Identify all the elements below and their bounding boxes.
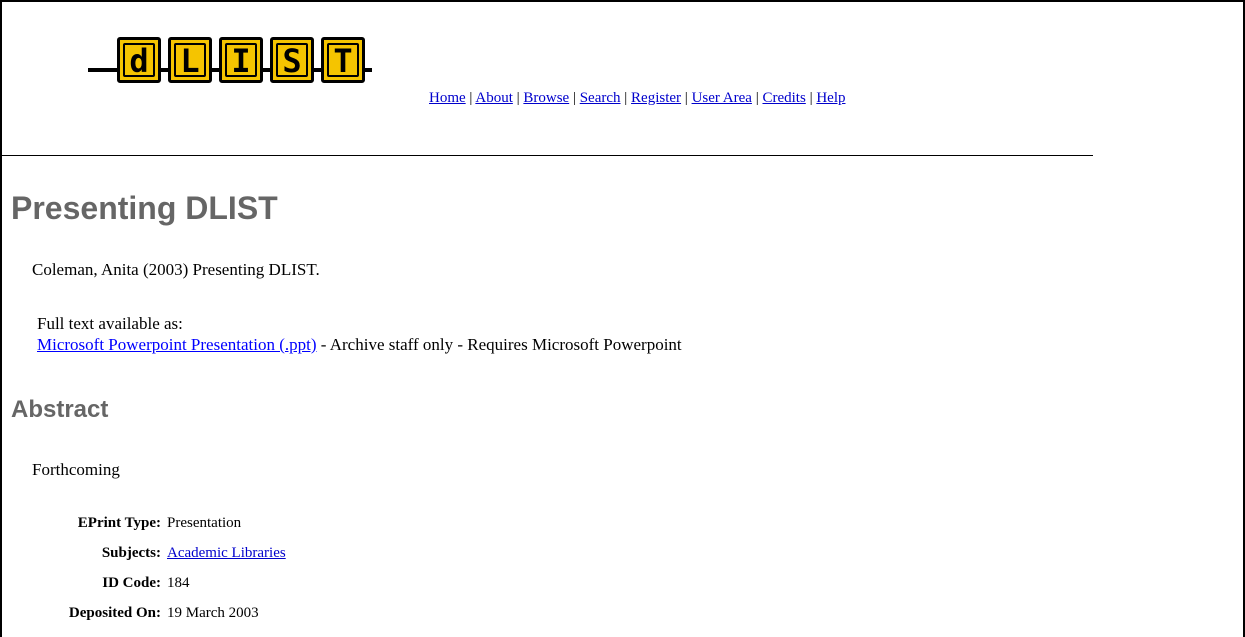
abstract-heading: Abstract bbox=[11, 396, 109, 423]
nav-help-link[interactable]: Help bbox=[816, 90, 845, 106]
subject-link-academic-libraries[interactable]: Academic Libraries bbox=[167, 545, 286, 561]
table-row: EPrint Type: Presentation bbox=[8, 508, 289, 538]
nav-separator: | bbox=[620, 90, 632, 106]
nav-user-area-link[interactable]: User Area bbox=[692, 90, 752, 106]
id-code-label: ID Code: bbox=[102, 574, 161, 591]
nav-browse-link[interactable]: Browse bbox=[523, 90, 569, 106]
nav-search-link[interactable]: Search bbox=[580, 90, 621, 106]
nav-separator: | bbox=[569, 90, 580, 106]
nav-register-link[interactable]: Register bbox=[631, 90, 681, 106]
table-row: Subjects: Academic Libraries bbox=[8, 538, 289, 568]
deposited-on-label: Deposited On: bbox=[68, 604, 161, 621]
subjects-value: Academic Libraries bbox=[164, 538, 289, 568]
nav-separator: | bbox=[805, 90, 817, 106]
logo-tile-d: d bbox=[117, 37, 161, 83]
nav-about-link[interactable]: About bbox=[475, 90, 513, 106]
nav-separator: | bbox=[751, 90, 763, 106]
full-text-section: Full text available as: Microsoft Powerp… bbox=[37, 313, 682, 355]
header-divider bbox=[2, 155, 1093, 156]
ppt-file-link[interactable]: Microsoft Powerpoint Presentation (.ppt) bbox=[37, 335, 317, 354]
nav-separator: | bbox=[681, 90, 692, 106]
nav-home-link[interactable]: Home bbox=[429, 90, 466, 106]
file-access-note: - Archive staff only - Requires Microsof… bbox=[316, 335, 682, 354]
nav-credits-link[interactable]: Credits bbox=[762, 90, 805, 106]
full-text-line: Microsoft Powerpoint Presentation (.ppt)… bbox=[37, 334, 682, 355]
full-text-label: Full text available as: bbox=[37, 314, 183, 333]
page-title: Presenting DLIST bbox=[11, 190, 278, 226]
id-code-value: 184 bbox=[167, 574, 190, 591]
eprint-type-value: Presentation bbox=[167, 514, 242, 531]
citation: Coleman, Anita (2003) Presenting DLIST. bbox=[32, 260, 320, 279]
nav-separator: | bbox=[512, 90, 524, 106]
logo-tile-t: T bbox=[321, 37, 365, 83]
subjects-label: Subjects: bbox=[101, 544, 161, 561]
abstract-text: Forthcoming bbox=[32, 460, 120, 479]
logo-tile-l: L bbox=[168, 37, 212, 83]
deposited-on-value: 19 March 2003 bbox=[167, 604, 259, 621]
eprint-type-label: EPrint Type: bbox=[77, 514, 161, 531]
top-nav: Home | About | Browse | Search | Registe… bbox=[429, 90, 846, 107]
metadata-table: EPrint Type: Presentation Subjects: Acad… bbox=[8, 508, 289, 628]
logo-tile-i: I bbox=[219, 37, 263, 83]
table-row: ID Code: 184 bbox=[8, 568, 289, 598]
nav-separator: | bbox=[465, 90, 476, 106]
dlist-logo[interactable]: d L I S T bbox=[88, 33, 372, 83]
table-row: Deposited On: 19 March 2003 bbox=[8, 598, 289, 628]
logo-tile-s: S bbox=[270, 37, 314, 83]
